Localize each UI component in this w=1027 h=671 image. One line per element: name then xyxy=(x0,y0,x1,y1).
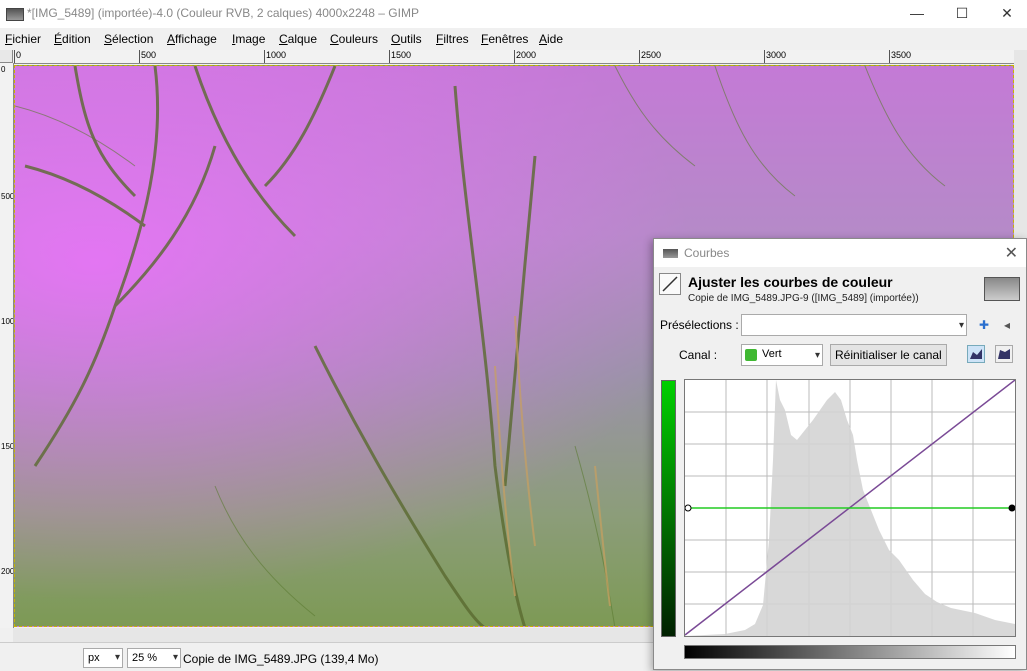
ruler-label: 1500 xyxy=(1,442,14,451)
menu-fenetres[interactable]: Fenêtres xyxy=(481,32,528,46)
input-gradient-bar xyxy=(684,645,1016,659)
menu-outils[interactable]: Outils xyxy=(391,32,422,46)
curve-point[interactable] xyxy=(1008,504,1016,512)
chevron-down-icon: ▾ xyxy=(814,350,820,361)
chevron-down-icon: ▾ xyxy=(172,652,178,663)
presets-label: Présélections : xyxy=(660,318,739,332)
ruler-label: 1000 xyxy=(266,50,287,60)
channel-value: Vert xyxy=(762,348,782,360)
menu-filtres[interactable]: Filtres xyxy=(436,32,469,46)
ruler-label: 500 xyxy=(1,192,14,201)
channel-select[interactable]: Vert ▾ xyxy=(741,344,823,366)
ruler-tick xyxy=(514,50,515,63)
ruler-label: 0 xyxy=(1,65,6,74)
add-preset-icon[interactable]: ✚ xyxy=(975,316,993,334)
ruler-tick xyxy=(889,50,890,63)
ruler-corner[interactable] xyxy=(0,50,13,63)
preset-menu-icon[interactable]: ◂ xyxy=(998,316,1016,334)
ruler-tick xyxy=(14,50,15,63)
log-histogram-icon[interactable] xyxy=(995,345,1013,363)
window-title: *[IMG_5489] (importée)-4.0 (Couleur RVB,… xyxy=(27,6,419,20)
close-icon[interactable]: ✕ xyxy=(1005,243,1018,263)
ruler-label: 2000 xyxy=(1,567,14,576)
minimize-button[interactable]: — xyxy=(895,0,939,28)
menu-couleurs[interactable]: Couleurs xyxy=(330,32,378,46)
ruler-label: 2000 xyxy=(516,50,537,60)
linear-histogram-icon[interactable] xyxy=(967,345,985,363)
close-button[interactable]: ✕ xyxy=(985,0,1027,28)
zoom-select[interactable]: 25 % ▾ xyxy=(127,648,181,668)
ruler-tick xyxy=(264,50,265,63)
ruler-label: 2500 xyxy=(641,50,662,60)
ruler-label: 0 xyxy=(16,50,22,60)
dialog-title-bar[interactable]: Courbes ✕ xyxy=(654,239,1026,267)
channel-green-icon xyxy=(745,349,757,361)
zoom-value: 25 % xyxy=(132,652,158,664)
menu-calque[interactable]: Calque xyxy=(279,32,317,46)
ruler-label: 1000 xyxy=(1,317,14,326)
ruler-horizontal[interactable]: 0 500 1000 1500 2000 2500 3000 3500 xyxy=(13,50,1014,64)
status-message: Copie de IMG_5489.JPG (139,4 Mo) xyxy=(183,652,379,666)
image-thumbnail xyxy=(984,277,1020,301)
channel-label: Canal : xyxy=(679,348,718,362)
chevron-down-icon: ▾ xyxy=(958,320,964,331)
maximize-button[interactable]: ☐ xyxy=(940,0,984,28)
curves-dialog: Courbes ✕ Ajuster les courbes de couleur… xyxy=(653,238,1027,670)
menu-affichage[interactable]: Affichage xyxy=(167,32,217,46)
ruler-tick xyxy=(389,50,390,63)
menu-selection[interactable]: Sélection xyxy=(104,32,153,46)
curves-plot[interactable] xyxy=(684,379,1016,636)
app-icon xyxy=(663,249,678,258)
presets-select[interactable]: ▾ xyxy=(741,314,967,336)
menu-fichier[interactable]: Fichier xyxy=(5,32,41,46)
dialog-heading: Ajuster les courbes de couleur xyxy=(688,274,893,290)
ruler-label: 1500 xyxy=(391,50,412,60)
ruler-tick xyxy=(139,50,140,63)
ruler-tick xyxy=(764,50,765,63)
curves-tool-icon xyxy=(659,273,681,295)
menu-edition[interactable]: Édition xyxy=(54,32,91,46)
output-gradient-bar xyxy=(661,380,676,637)
title-bar: *[IMG_5489] (importée)-4.0 (Couleur RVB,… xyxy=(0,0,1027,28)
unit-select[interactable]: px ▾ xyxy=(83,648,123,668)
curve-point[interactable] xyxy=(684,504,692,512)
curves-graph[interactable] xyxy=(684,379,1016,637)
ruler-label: 3500 xyxy=(891,50,912,60)
ruler-label: 500 xyxy=(141,50,157,60)
menu-image[interactable]: Image xyxy=(232,32,265,46)
chevron-down-icon: ▾ xyxy=(114,652,120,663)
ruler-label: 3000 xyxy=(766,50,787,60)
app-icon xyxy=(6,8,24,21)
reset-channel-button[interactable]: Réinitialiser le canal xyxy=(830,344,947,366)
ruler-tick xyxy=(639,50,640,63)
unit-value: px xyxy=(88,652,100,664)
menu-aide[interactable]: Aide xyxy=(539,32,563,46)
menu-bar: Fichier Édition Sélection Affichage Imag… xyxy=(0,28,1027,50)
ruler-vertical[interactable]: 0 500 1000 1500 2000 xyxy=(0,63,14,628)
dialog-title: Courbes xyxy=(684,246,730,260)
dialog-subtitle: Copie de IMG_5489.JPG-9 ([IMG_5489] (imp… xyxy=(688,293,919,304)
